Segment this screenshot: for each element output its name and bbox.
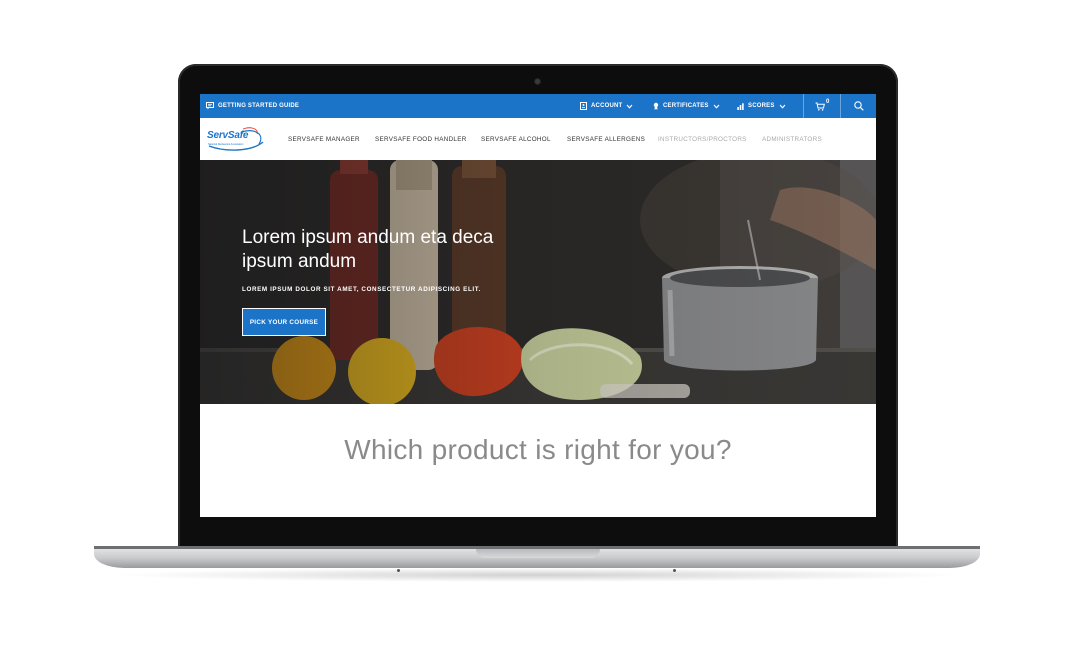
search-button[interactable] xyxy=(854,94,864,118)
certificate-icon xyxy=(653,102,659,110)
account-menu[interactable]: ACCOUNT xyxy=(580,94,633,118)
hero-kitchen-image xyxy=(200,160,876,404)
nav-servsafe-alcohol[interactable]: SERVSAFE ALCOHOL xyxy=(481,118,551,160)
utility-bar: GETTING STARTED GUIDE ACCOUNT CERTIFICAT… xyxy=(200,94,876,118)
certificates-menu[interactable]: CERTIFICATES xyxy=(653,94,720,118)
bar-chart-icon xyxy=(737,102,744,110)
cart-button[interactable]: 0 xyxy=(815,94,830,118)
hero-banner: Lorem ipsum andum eta deca ipsum andum L… xyxy=(200,160,876,404)
cart-count: 0 xyxy=(826,99,830,105)
laptop-notch xyxy=(476,549,600,558)
getting-started-link[interactable]: GETTING STARTED GUIDE xyxy=(206,94,299,118)
laptop-foot xyxy=(397,569,400,572)
getting-started-label: GETTING STARTED GUIDE xyxy=(218,103,300,109)
nav-servsafe-food-handler[interactable]: SERVSAFE FOOD HANDLER xyxy=(375,118,467,160)
logo-tagline: National Restaurant Association xyxy=(208,143,244,146)
account-label: ACCOUNT xyxy=(591,103,623,109)
chat-icon xyxy=(206,102,214,110)
chevron-down-icon xyxy=(713,104,720,109)
main-navigation: ServSafe National Restaurant Association… xyxy=(200,118,876,161)
nav-servsafe-allergens[interactable]: SERVSAFE ALLERGENS xyxy=(567,118,645,160)
logo-text: ServSafe xyxy=(207,130,249,141)
hero-subtitle: LOREM IPSUM DOLOR SIT AMET, CONSECTETUR … xyxy=(242,286,481,293)
product-question-heading: Which product is right for you? xyxy=(344,434,732,465)
scores-menu[interactable]: SCORES xyxy=(737,94,786,118)
nav-servsafe-manager[interactable]: SERVSAFE MANAGER xyxy=(288,118,360,160)
hero-title: Lorem ipsum andum eta deca ipsum andum xyxy=(242,227,494,272)
account-icon xyxy=(580,102,587,110)
cart-icon xyxy=(815,102,825,111)
nav-administrators[interactable]: ADMINISTRATORS xyxy=(762,118,822,160)
servsafe-logo[interactable]: ServSafe National Restaurant Association xyxy=(207,126,265,154)
separator xyxy=(840,94,841,118)
separator xyxy=(803,94,804,118)
laptop-shadow xyxy=(110,568,966,582)
website-screen: GETTING STARTED GUIDE ACCOUNT CERTIFICAT… xyxy=(200,94,876,517)
search-icon xyxy=(854,101,864,111)
nav-instructors-proctors[interactable]: INSTRUCTORS/PROCTORS xyxy=(658,118,747,160)
scores-label: SCORES xyxy=(748,103,775,109)
pick-your-course-button[interactable]: PICK YOUR COURSE xyxy=(242,308,326,336)
chevron-down-icon xyxy=(626,104,633,109)
laptop-foot xyxy=(673,569,676,572)
chevron-down-icon xyxy=(779,104,786,109)
certificates-label: CERTIFICATES xyxy=(663,103,709,109)
camera xyxy=(535,79,540,84)
